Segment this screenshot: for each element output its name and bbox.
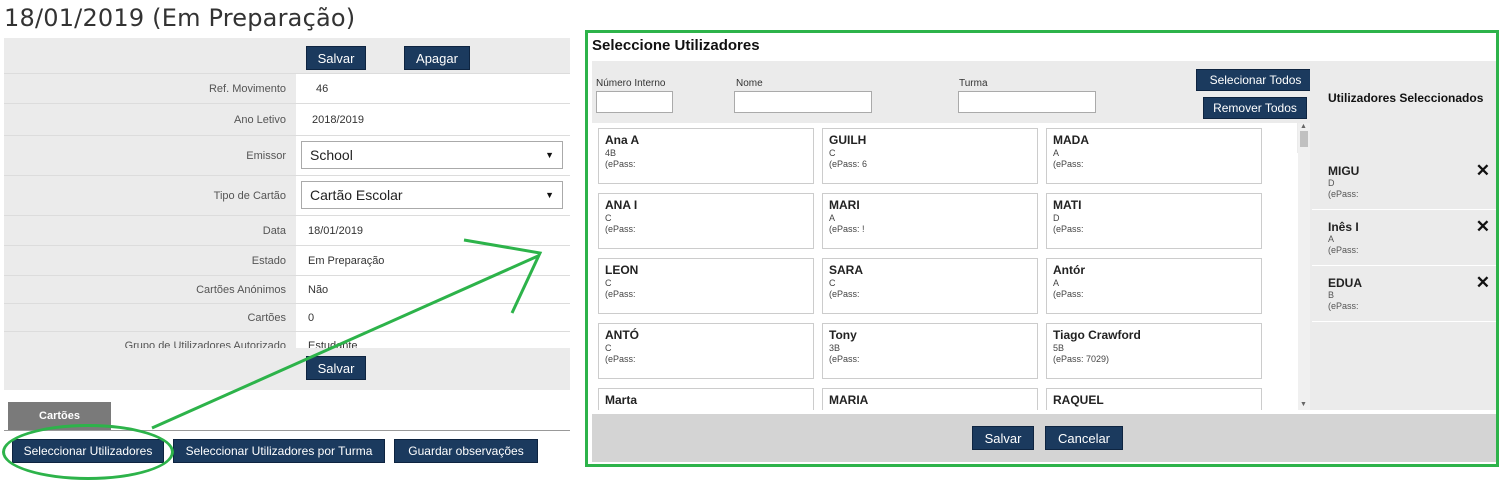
user-epass: (ePass: 7029) xyxy=(1053,354,1110,364)
selected-user-turma: D xyxy=(1328,178,1335,188)
user-card[interactable]: MARIA xyxy=(822,388,1038,410)
user-epass: (ePass: xyxy=(605,224,636,234)
user-turma: D xyxy=(1053,213,1060,223)
selected-user-item: MIGU D (ePass: ✕ xyxy=(1312,158,1496,210)
user-card[interactable]: LEON C (ePass: xyxy=(598,258,814,314)
user-name: SARA xyxy=(829,263,864,277)
selected-user-epass: (ePass: xyxy=(1328,189,1359,199)
user-card[interactable]: ANA I C (ePass: xyxy=(598,193,814,249)
user-card[interactable]: MATI D (ePass: xyxy=(1046,193,1262,249)
user-name: Antór xyxy=(1053,263,1085,277)
user-card[interactable]: Ana A 4B (ePass: xyxy=(598,128,814,184)
remove-all-button[interactable]: Remover Todos xyxy=(1203,97,1307,119)
user-epass: (ePass: xyxy=(1053,289,1084,299)
users-grid: Ana A 4B (ePass: GUILH C (ePass: 6 MADA A (ePass… xyxy=(592,123,1297,410)
user-epass: (ePass: xyxy=(605,354,636,364)
user-card[interactable]: GUILH C (ePass: 6 xyxy=(822,128,1038,184)
user-name: Marta xyxy=(605,393,638,407)
user-turma: C xyxy=(605,213,612,223)
user-turma: A xyxy=(1053,278,1060,288)
user-turma: C xyxy=(605,343,612,353)
user-card[interactable]: RAQUEL xyxy=(1046,388,1262,410)
selected-user-turma: B xyxy=(1328,290,1335,300)
user-epass: (ePass: xyxy=(829,289,860,299)
numero-input[interactable] xyxy=(596,91,673,113)
user-card[interactable]: MARI A (ePass: ! xyxy=(822,193,1038,249)
remove-user-icon[interactable]: ✕ xyxy=(1476,218,1490,235)
user-name: RAQUEL xyxy=(1053,393,1104,407)
user-epass: (ePass: xyxy=(1053,224,1084,234)
user-epass: (ePass: xyxy=(605,289,636,299)
user-turma: 4B xyxy=(605,148,617,158)
users-scrollbar[interactable]: ▲ ▼ xyxy=(1298,123,1310,410)
user-card[interactable]: SARA C (ePass: xyxy=(822,258,1038,314)
user-epass: (ePass: xyxy=(1053,159,1084,169)
user-card[interactable]: Marta xyxy=(598,388,814,410)
user-card[interactable]: MADA A (ePass: xyxy=(1046,128,1262,184)
user-card[interactable]: ANTÓ C (ePass: xyxy=(598,323,814,379)
scroll-down-icon[interactable]: ▼ xyxy=(1300,401,1307,408)
user-turma: 5B xyxy=(1053,343,1065,353)
user-name: Tony xyxy=(829,328,857,342)
user-epass: (ePass: ! xyxy=(829,224,865,234)
user-turma: 3B xyxy=(829,343,841,353)
turma-input[interactable] xyxy=(958,91,1096,113)
remove-user-icon[interactable]: ✕ xyxy=(1476,274,1490,291)
user-name: ANA I xyxy=(605,198,638,212)
selected-user-name: Inês I xyxy=(1328,220,1359,234)
selected-users-panel: Utilizadores Seleccionados MIGU D (ePass: ✕… xyxy=(1310,61,1496,410)
filter-label-numero: Número Interno xyxy=(596,78,666,89)
user-turma: C xyxy=(605,278,612,288)
user-turma: C xyxy=(829,278,836,288)
user-name: LEON xyxy=(605,263,639,277)
selected-users-title: Utilizadores Seleccionados xyxy=(1328,91,1484,105)
user-turma: C xyxy=(829,148,836,158)
selected-user-turma: A xyxy=(1328,234,1335,244)
selected-user-name: MIGU xyxy=(1328,164,1360,178)
user-card[interactable]: Tony 3B (ePass: xyxy=(822,323,1038,379)
user-epass: (ePass: xyxy=(829,354,860,364)
user-turma: A xyxy=(829,213,836,223)
selected-user-epass: (ePass: xyxy=(1328,245,1359,255)
user-name: MATI xyxy=(1053,198,1082,212)
selected-user-item: EDUA B (ePass: ✕ xyxy=(1312,270,1496,322)
scroll-up-icon[interactable]: ▲ xyxy=(1300,123,1307,130)
user-card[interactable]: Tiago Crawford 5B (ePass: 7029) xyxy=(1046,323,1262,379)
user-epass: (ePass: xyxy=(605,159,636,169)
selected-user-epass: (ePass: xyxy=(1328,301,1359,311)
user-name: MADA xyxy=(1053,133,1089,147)
modal-footer: Salvar Cancelar xyxy=(592,414,1496,462)
user-name: Ana A xyxy=(605,133,640,147)
selected-user-item: Inês I A (ePass: ✕ xyxy=(1312,214,1496,266)
user-card[interactable]: Antór A (ePass: xyxy=(1046,258,1262,314)
select-users-modal: Seleccione Utilizadores Número Interno N… xyxy=(585,30,1499,467)
filter-label-turma: Turma xyxy=(959,78,988,89)
remove-user-icon[interactable]: ✕ xyxy=(1476,162,1490,179)
select-all-button[interactable]: Selecionar Todos xyxy=(1196,69,1315,91)
scroll-thumb[interactable] xyxy=(1300,131,1308,147)
user-name: ANTÓ xyxy=(605,328,639,342)
user-name: Tiago Crawford xyxy=(1053,328,1141,342)
modal-title: Seleccione Utilizadores xyxy=(592,37,760,54)
modal-save-button[interactable]: Salvar xyxy=(972,426,1034,450)
modal-cancel-button[interactable]: Cancelar xyxy=(1045,426,1123,450)
selected-user-name: EDUA xyxy=(1328,276,1363,290)
nome-input[interactable] xyxy=(734,91,872,113)
user-name: GUILH xyxy=(829,133,867,147)
user-name: MARI xyxy=(829,198,860,212)
user-epass: (ePass: 6 xyxy=(829,159,868,169)
user-name: MARIA xyxy=(829,393,869,407)
filter-label-nome: Nome xyxy=(736,78,763,89)
user-turma: A xyxy=(1053,148,1060,158)
